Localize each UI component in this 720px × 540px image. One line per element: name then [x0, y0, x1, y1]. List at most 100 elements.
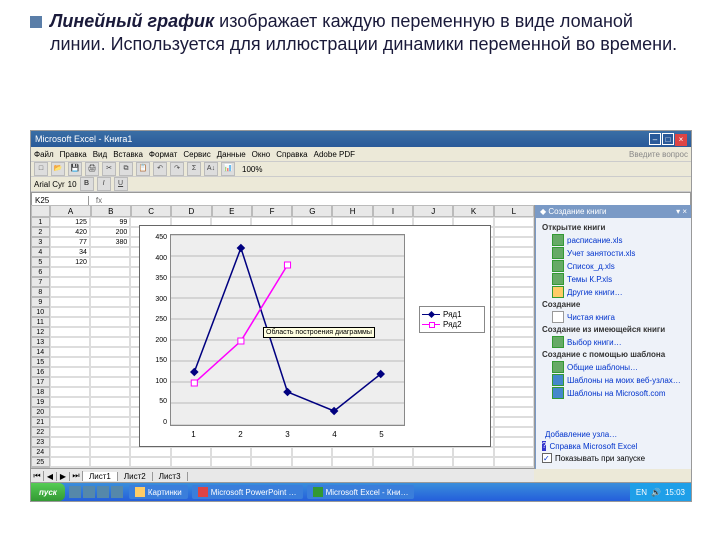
windows-taskbar[interactable]: пуск Картинки Microsoft PowerPoint … Mic…: [31, 483, 691, 501]
help-search[interactable]: Введите вопрос: [629, 150, 688, 159]
column-headers[interactable]: A B C D E F G H I J K L: [31, 205, 534, 217]
menu-tools[interactable]: Сервис: [183, 150, 210, 159]
taskbar-item[interactable]: Картинки: [129, 485, 188, 499]
recent-file[interactable]: Учет занятости.xls: [552, 247, 685, 259]
cut-icon[interactable]: ✂: [102, 162, 116, 176]
menu-view[interactable]: Вид: [93, 150, 107, 159]
open-icon[interactable]: 📂: [51, 162, 65, 176]
tab-nav-prev[interactable]: ◀: [44, 472, 57, 481]
font-size[interactable]: 10: [68, 180, 77, 189]
tab-nav-last[interactable]: ⏭: [70, 471, 83, 481]
maximize-button[interactable]: □: [662, 133, 674, 145]
tab-nav-first[interactable]: ⏮: [31, 471, 44, 481]
quick-launch[interactable]: [69, 486, 123, 498]
sheet-tab-2[interactable]: Лист2: [118, 472, 153, 481]
sheet-tab-3[interactable]: Лист3: [153, 472, 188, 481]
col-K[interactable]: K: [453, 205, 493, 217]
font-name[interactable]: Arial Cyr: [34, 180, 65, 189]
series-2-line[interactable]: [194, 265, 287, 383]
menu-format[interactable]: Формат: [149, 150, 177, 159]
col-B[interactable]: B: [91, 205, 131, 217]
help-link[interactable]: ?Справка Microsoft Excel: [542, 441, 685, 451]
menu-insert[interactable]: Вставка: [113, 150, 143, 159]
template-link[interactable]: Шаблоны на Microsoft.com: [552, 387, 685, 399]
select-all-corner[interactable]: [31, 205, 50, 217]
menu-bar[interactable]: Файл Правка Вид Вставка Формат Сервис Да…: [31, 147, 691, 162]
worksheet[interactable]: A B C D E F G H I J K L 1125992420200377…: [31, 205, 535, 469]
system-tray[interactable]: EN 🔊 15:03: [630, 483, 691, 501]
menu-data[interactable]: Данные: [217, 150, 246, 159]
choose-workbook[interactable]: Выбор книги…: [552, 336, 685, 348]
redo-icon[interactable]: ↷: [170, 162, 184, 176]
more-files[interactable]: Другие книги…: [552, 286, 685, 298]
create-header: Создание: [542, 300, 685, 309]
fx-icon[interactable]: fx: [89, 196, 109, 205]
underline-icon[interactable]: U: [114, 177, 128, 191]
col-E[interactable]: E: [212, 205, 252, 217]
series-2-points[interactable]: [191, 262, 290, 386]
checkbox-icon[interactable]: ✓: [542, 453, 552, 463]
close-button[interactable]: ×: [675, 134, 687, 146]
ql-icon[interactable]: [83, 486, 95, 498]
menu-adobe[interactable]: Adobe PDF: [314, 150, 355, 159]
taskpane-header[interactable]: ◆ Создание книги ▾ ×: [536, 205, 691, 218]
taskbar-item[interactable]: Microsoft PowerPoint …: [192, 485, 303, 499]
col-F[interactable]: F: [252, 205, 292, 217]
menu-help[interactable]: Справка: [276, 150, 307, 159]
chart-legend[interactable]: Ряд1 Ряд2: [419, 306, 485, 333]
undo-icon[interactable]: ↶: [153, 162, 167, 176]
minimize-button[interactable]: –: [649, 133, 661, 145]
sheet-tabs[interactable]: ⏮ ◀ ▶ ⏭ Лист1 Лист2 Лист3: [31, 468, 534, 483]
clock[interactable]: 15:03: [665, 488, 685, 497]
col-C[interactable]: C: [131, 205, 171, 217]
col-G[interactable]: G: [292, 205, 332, 217]
ql-icon[interactable]: [111, 486, 123, 498]
template-link[interactable]: Общие шаблоны…: [552, 361, 685, 373]
tab-nav-next[interactable]: ▶: [57, 472, 70, 481]
sheet-tab-1[interactable]: Лист1: [83, 472, 118, 481]
bold-icon[interactable]: B: [80, 177, 94, 191]
col-L[interactable]: L: [494, 205, 534, 217]
start-button[interactable]: пуск: [31, 483, 65, 501]
new-icon[interactable]: □: [34, 162, 48, 176]
plot-area[interactable]: Область построения диаграммы: [170, 234, 405, 426]
taskpane-close-icon[interactable]: ▾ ×: [676, 207, 687, 216]
paste-icon[interactable]: 📋: [136, 162, 150, 176]
format-toolbar[interactable]: Arial Cyr 10 B I U: [31, 177, 691, 192]
template-link[interactable]: Шаблоны на моих веб-узлах…: [552, 374, 685, 386]
col-A[interactable]: A: [50, 205, 90, 217]
standard-toolbar[interactable]: □ 📂 💾 🖨 ✂ ⧉ 📋 ↶ ↷ Σ A↓ 📊 100%: [31, 162, 691, 177]
name-box[interactable]: K25: [32, 196, 89, 205]
col-H[interactable]: H: [332, 205, 372, 217]
col-I[interactable]: I: [373, 205, 413, 217]
window-controls[interactable]: –□×: [648, 133, 687, 146]
zoom-level[interactable]: 100%: [242, 165, 262, 174]
recent-file[interactable]: расписание.xls: [552, 234, 685, 246]
italic-icon[interactable]: I: [97, 177, 111, 191]
menu-edit[interactable]: Правка: [60, 150, 87, 159]
print-icon[interactable]: 🖨: [85, 162, 99, 176]
ql-icon[interactable]: [69, 486, 81, 498]
sort-icon[interactable]: A↓: [204, 162, 218, 176]
task-pane[interactable]: ◆ Создание книги ▾ × Открытие книги расп…: [535, 205, 691, 469]
menu-file[interactable]: Файл: [34, 150, 54, 159]
taskbar-item[interactable]: Microsoft Excel - Кни…: [307, 485, 415, 499]
blank-workbook[interactable]: Чистая книга: [552, 311, 685, 323]
chart-icon[interactable]: 📊: [221, 162, 235, 176]
col-J[interactable]: J: [413, 205, 453, 217]
tray-icon[interactable]: 🔊: [651, 488, 661, 497]
ql-icon[interactable]: [97, 486, 109, 498]
sum-icon[interactable]: Σ: [187, 162, 201, 176]
lang-indicator[interactable]: EN: [636, 488, 647, 497]
recent-file[interactable]: Темы К.Р.xls: [552, 273, 685, 285]
copy-icon[interactable]: ⧉: [119, 162, 133, 176]
embedded-chart[interactable]: 450400350300250200150100500: [139, 225, 491, 447]
xls-icon: [552, 260, 564, 272]
save-icon[interactable]: 💾: [68, 162, 82, 176]
show-at-start[interactable]: ✓Показывать при запуске: [542, 453, 685, 463]
col-D[interactable]: D: [171, 205, 211, 217]
add-node-link[interactable]: Добавление узла…: [542, 430, 685, 439]
menu-window[interactable]: Окно: [252, 150, 271, 159]
heading-term: Линейный график: [50, 11, 214, 31]
recent-file[interactable]: Список_д.xls: [552, 260, 685, 272]
